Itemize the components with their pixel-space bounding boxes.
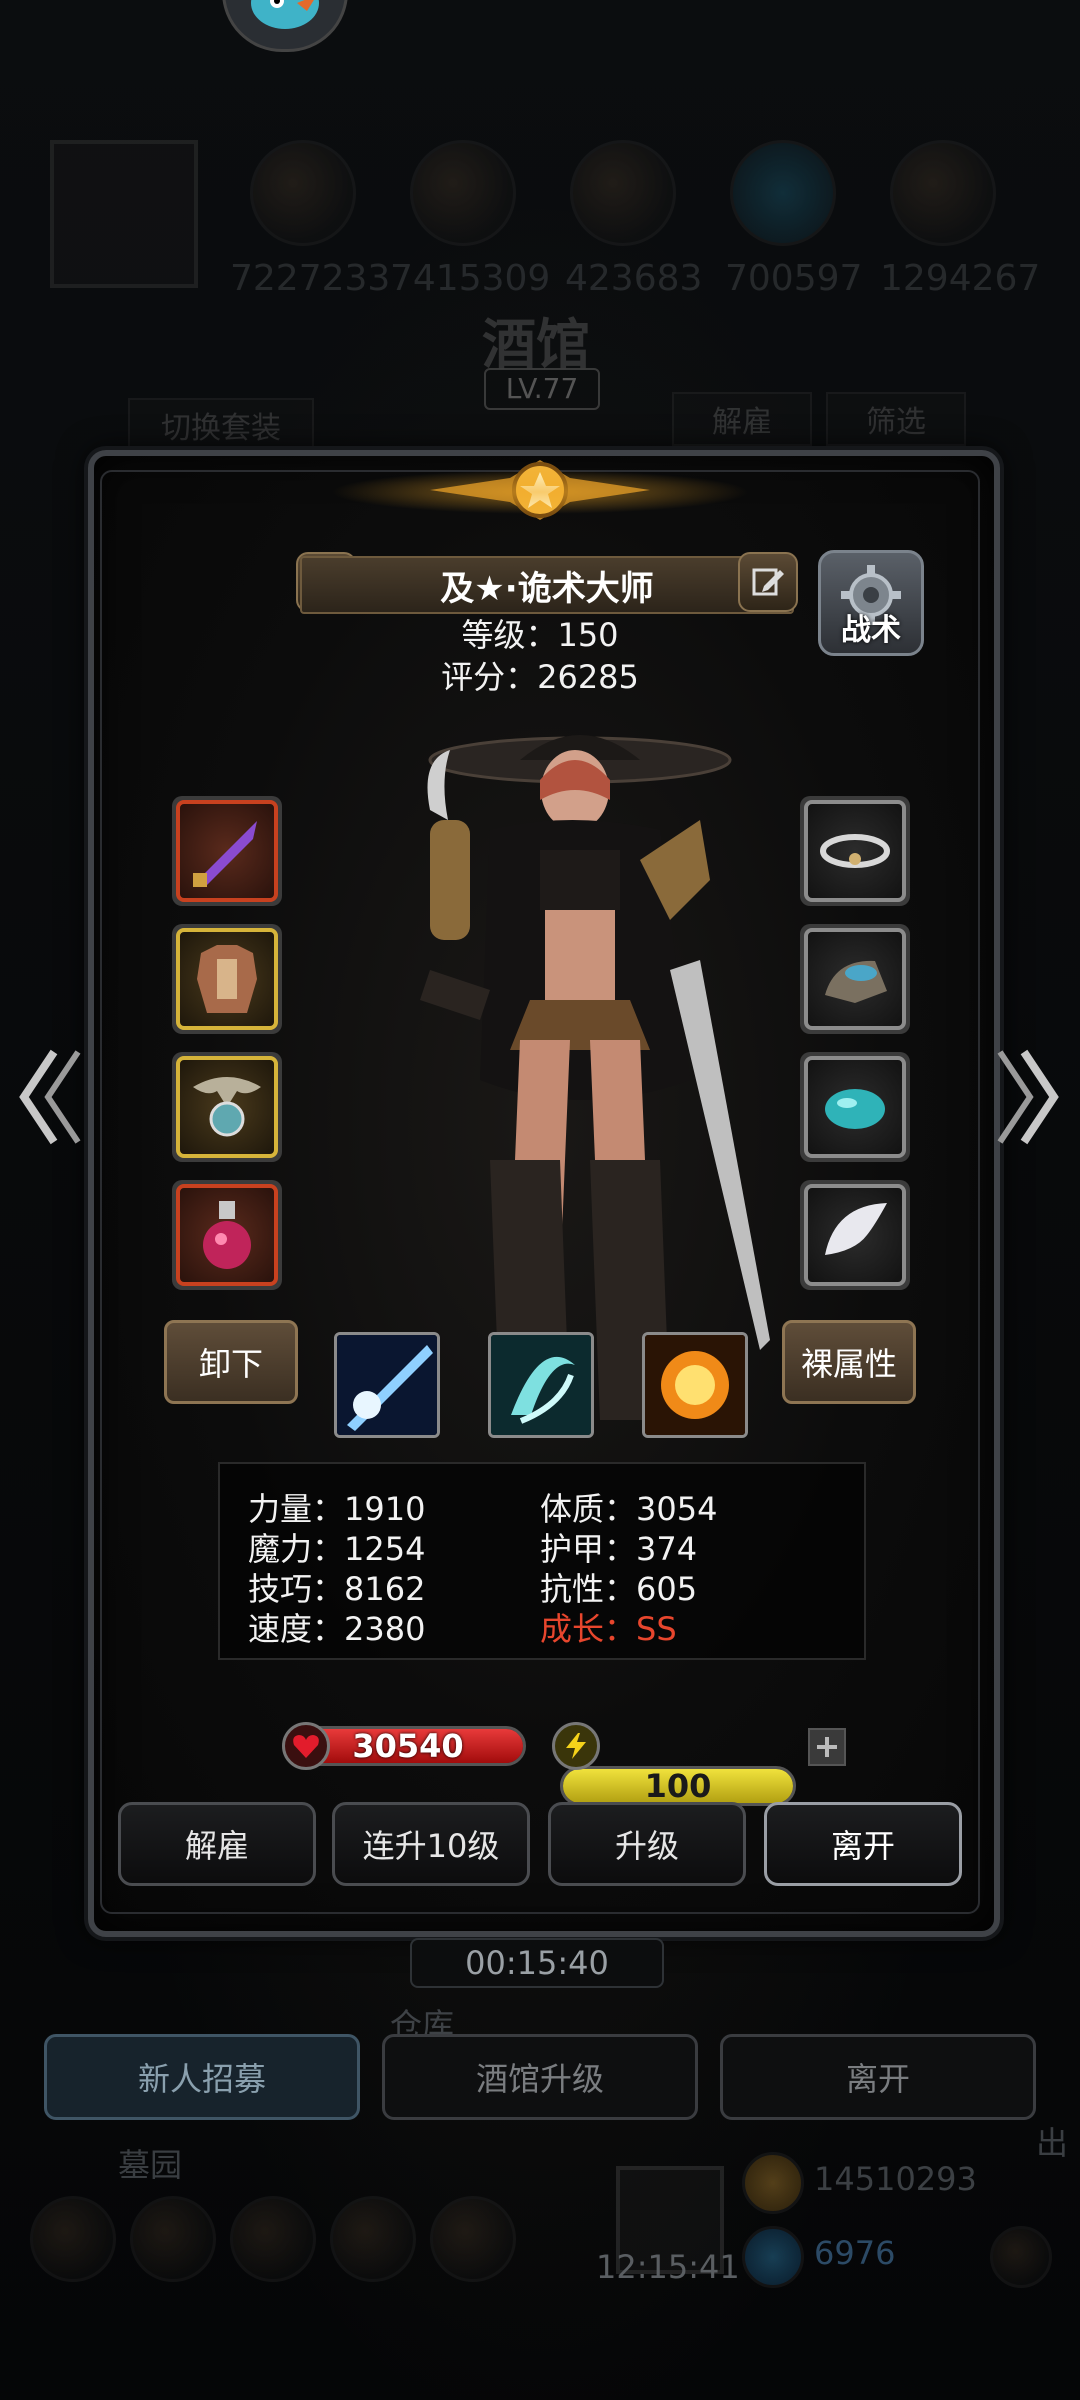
hero-level: 等级：150 xyxy=(461,616,619,654)
exit-hint: 出 xyxy=(1036,2124,1069,2162)
toolbar-icon[interactable] xyxy=(230,2196,316,2282)
equip-slot-amulet[interactable] xyxy=(172,1052,282,1162)
chevron-left-icon xyxy=(19,1049,81,1145)
tactics-label: 战术 xyxy=(841,613,901,648)
toolbar-icon[interactable] xyxy=(330,2196,416,2282)
stat-speed: 速度：2380 xyxy=(248,1610,426,1648)
equip-slot-ring[interactable] xyxy=(800,796,910,906)
skill-slot-1[interactable] xyxy=(334,1332,440,1438)
cloud-ring-icon xyxy=(820,834,890,868)
hero-portrait-frame xyxy=(50,140,198,288)
amulet-icon xyxy=(193,1077,261,1137)
previous-hero-arrow[interactable] xyxy=(14,1042,84,1152)
resource-count: 700597 xyxy=(725,258,863,299)
toolbar-icon[interactable] xyxy=(130,2196,216,2282)
equip-slot-armor[interactable] xyxy=(172,924,282,1034)
tactics-button[interactable]: 战术 xyxy=(818,550,924,656)
stat-growth: 成长：SS xyxy=(540,1610,677,1648)
equip-slot-potion[interactable] xyxy=(172,1180,282,1290)
tavern-upgrade-tab[interactable]: 酒馆升级 xyxy=(382,2034,698,2120)
whirlwind-skill-icon xyxy=(491,1335,591,1435)
hero-score: 评分：26285 xyxy=(441,658,639,696)
leave-tab[interactable]: 离开 xyxy=(720,2034,1036,2120)
next-hero-arrow[interactable] xyxy=(994,1042,1064,1152)
gold-amount: 14510293 xyxy=(814,2160,977,2198)
resource-icon xyxy=(250,140,356,246)
resource-icon xyxy=(890,140,996,246)
toolbar-icon[interactable] xyxy=(30,2196,116,2282)
resource-icon xyxy=(410,140,516,246)
explosion-skill-icon xyxy=(645,1335,745,1435)
dismiss-button[interactable]: 解雇 xyxy=(118,1802,316,1886)
potion-icon xyxy=(203,1201,251,1269)
leave-button[interactable]: 离开 xyxy=(764,1802,962,1886)
heart-icon xyxy=(282,1722,330,1770)
light-beam-skill-icon xyxy=(337,1335,437,1435)
background-resource-row: 7227233 7415309 423683 700597 1294267 xyxy=(40,140,1060,300)
resource-count: 1294267 xyxy=(880,258,1041,299)
bottom-toolbar xyxy=(30,2152,1052,2306)
graveyard-label: 墓园 xyxy=(118,2146,183,2184)
add-currency-icon[interactable] xyxy=(990,2226,1052,2288)
equip-slot-gem[interactable] xyxy=(800,1052,910,1162)
energy-bar: 100 xyxy=(560,1766,796,1806)
resource-count: 423683 xyxy=(565,258,703,299)
level-up-10-button[interactable]: 连升10级 xyxy=(332,1802,530,1886)
glove-icon xyxy=(825,960,887,1003)
base-attributes-button[interactable]: 裸属性 xyxy=(782,1320,916,1404)
energy-value: 100 xyxy=(644,1767,712,1805)
chest-armor-icon xyxy=(197,945,257,1013)
add-energy-button[interactable] xyxy=(808,1728,846,1766)
resource-icon xyxy=(570,140,676,246)
skill-slot-3[interactable] xyxy=(642,1332,748,1438)
resource-count: 7227233 xyxy=(230,258,391,299)
toolbar-icon[interactable] xyxy=(430,2196,516,2282)
equip-slot-glove[interactable] xyxy=(800,924,910,1034)
timer-box: 00:15:40 xyxy=(410,1938,664,1988)
equip-slot-weapon[interactable] xyxy=(172,796,282,906)
plus-icon xyxy=(817,1737,837,1757)
switch-outfit-button[interactable]: 切换套装 xyxy=(128,398,314,452)
gem-amount: 6976 xyxy=(814,2234,896,2272)
level-up-button[interactable]: 升级 xyxy=(548,1802,746,1886)
hero-name: 及★·诡术大师 xyxy=(300,556,794,614)
resource-icon xyxy=(730,140,836,246)
gem-icon xyxy=(825,1089,885,1129)
gem-currency-icon xyxy=(742,2226,804,2288)
resource-count: 7415309 xyxy=(390,258,551,299)
skill-slot-2[interactable] xyxy=(488,1332,594,1438)
edit-name-icon[interactable] xyxy=(738,552,798,612)
dagger-icon xyxy=(193,821,257,887)
recruit-tab[interactable]: 新人招募 xyxy=(44,2034,360,2120)
unequip-button[interactable]: 卸下 xyxy=(164,1320,298,1404)
chevron-right-icon xyxy=(997,1049,1059,1145)
timer-text: 00:15:40 xyxy=(465,1944,609,1982)
gold-coin-icon xyxy=(742,2152,804,2214)
filter-button[interactable]: 筛选 xyxy=(826,392,966,446)
lightning-icon xyxy=(552,1722,600,1770)
tavern-level: LV.77 xyxy=(484,368,600,410)
clock-text: 12:15:41 xyxy=(596,2248,740,2286)
wing-icon xyxy=(825,1203,887,1255)
equip-slot-wing[interactable] xyxy=(800,1180,910,1290)
top-glow xyxy=(330,470,750,514)
background-dismiss-button[interactable]: 解雇 xyxy=(672,392,812,446)
